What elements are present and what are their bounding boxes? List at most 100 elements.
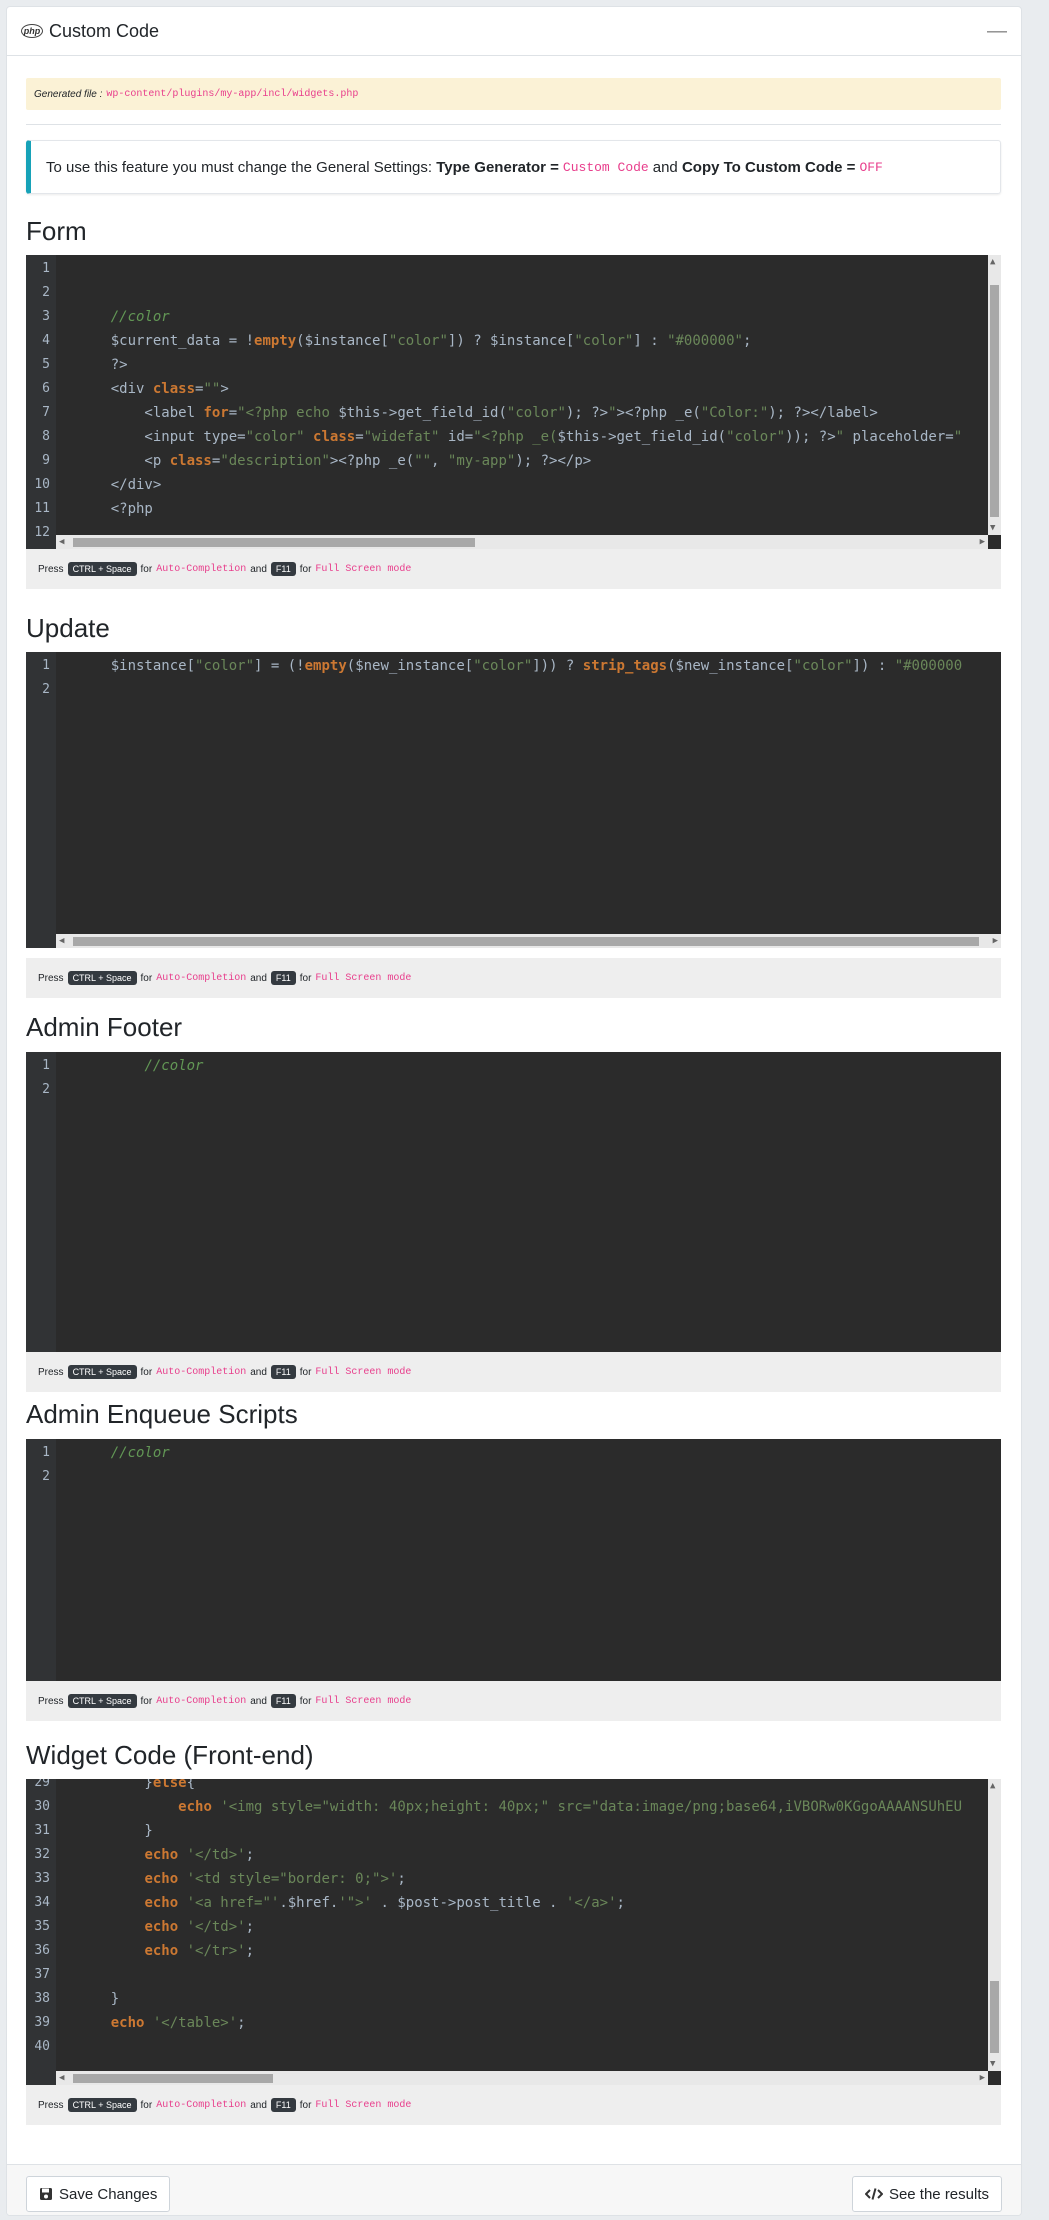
form-code-editor[interactable]: 123 //color 4 $current_data = !empty($ins… bbox=[26, 255, 1001, 549]
line-number: 5 bbox=[42, 357, 50, 372]
see-results-button[interactable]: See the results bbox=[851, 2176, 1002, 2212]
line-number: 3 bbox=[42, 309, 50, 324]
line-number: 2 bbox=[42, 1082, 50, 1097]
horizontal-scrollbar[interactable]: ◀ ▶ bbox=[56, 2071, 988, 2085]
hint-full-screen: Full Screen mode bbox=[315, 563, 412, 575]
section-title-form: Form bbox=[26, 216, 87, 246]
hint-for: for bbox=[140, 972, 153, 984]
hint-for: for bbox=[140, 563, 153, 575]
code-text: echo '</td>'; bbox=[144, 1847, 255, 1863]
scroll-right-icon[interactable]: ▶ bbox=[980, 537, 985, 547]
editor-hint: Press CTRL + Space for Auto-Completion a… bbox=[26, 549, 1001, 589]
scroll-left-icon[interactable]: ◀ bbox=[59, 936, 64, 946]
scroll-right-icon[interactable]: ▶ bbox=[980, 2073, 985, 2083]
code-text: <?php bbox=[77, 501, 153, 517]
code-text: </div> bbox=[77, 477, 162, 493]
scroll-thumb[interactable] bbox=[990, 285, 999, 517]
card-header: php Custom Code — bbox=[7, 7, 1021, 56]
code-text: <div class=""> bbox=[77, 381, 229, 397]
scroll-thumb[interactable] bbox=[73, 538, 475, 547]
hint-and: and bbox=[250, 972, 267, 984]
vertical-scrollbar[interactable]: ▲ ▼ bbox=[988, 255, 1001, 535]
scroll-down-icon[interactable]: ▼ bbox=[990, 2059, 995, 2069]
hint-full-screen: Full Screen mode bbox=[315, 972, 412, 984]
code-icon bbox=[864, 2188, 883, 2200]
hint-and: and bbox=[250, 563, 267, 575]
see-results-label: See the results bbox=[888, 2185, 989, 2203]
callout-value-custom-code: Custom Code bbox=[562, 159, 649, 175]
line-number: 2 bbox=[42, 682, 50, 697]
kbd-ctrl-space: CTRL + Space bbox=[67, 1365, 137, 1379]
generated-file-path: wp-content/plugins/my-app/incl/widgets.p… bbox=[106, 88, 359, 100]
hint-full-screen: Full Screen mode bbox=[315, 2099, 412, 2111]
floppy-disk-icon bbox=[40, 2188, 52, 2200]
line-number: 1 bbox=[42, 1445, 50, 1460]
hint-for: for bbox=[140, 1695, 153, 1707]
section-title-admin-enqueue: Admin Enqueue Scripts bbox=[26, 1399, 298, 1429]
scroll-left-icon[interactable]: ◀ bbox=[59, 537, 64, 547]
scroll-up-icon[interactable]: ▲ bbox=[990, 1781, 995, 1791]
callout-text: To use this feature you must change the … bbox=[46, 158, 433, 176]
minimize-icon[interactable]: — bbox=[987, 21, 1007, 41]
code-text: <label for="<?php echo $this->get_field_… bbox=[77, 405, 878, 421]
line-number: 7 bbox=[42, 405, 50, 420]
hint-and: and bbox=[250, 2099, 267, 2111]
kbd-f11: F11 bbox=[270, 562, 296, 576]
code-text: echo '<a href="'.$href.'">' . $post->pos… bbox=[144, 1895, 625, 1911]
code-text: <input type="color" class="widefat" id="… bbox=[77, 429, 963, 445]
line-number: 40 bbox=[34, 2039, 50, 2054]
hint-auto-completion: Auto-Completion bbox=[156, 2099, 247, 2111]
scroll-up-icon[interactable]: ▲ bbox=[990, 257, 995, 267]
code-text: }else{ bbox=[77, 1779, 196, 1791]
kbd-f11: F11 bbox=[270, 971, 296, 985]
horizontal-scrollbar[interactable]: ◀ ▶ bbox=[56, 535, 988, 549]
vertical-scrollbar[interactable]: ▲ ▼ bbox=[988, 1779, 1001, 2071]
code-text: echo '</table>'; bbox=[110, 2015, 246, 2031]
line-number: 6 bbox=[42, 381, 50, 396]
card-footer: Save Changes See the results bbox=[7, 2164, 1021, 2215]
save-changes-button[interactable]: Save Changes bbox=[26, 2176, 171, 2212]
admin-footer-code-editor[interactable]: 1 //color 2 bbox=[26, 1052, 1001, 1352]
card-title-text: Custom Code bbox=[49, 20, 160, 41]
kbd-ctrl-space: CTRL + Space bbox=[67, 1694, 137, 1708]
hint-auto-completion: Auto-Completion bbox=[156, 1366, 247, 1378]
hint-for: for bbox=[299, 563, 312, 575]
code-text: $current_data = !empty($instance["color"… bbox=[77, 333, 752, 349]
scroll-right-icon[interactable]: ▶ bbox=[993, 936, 998, 946]
editor-hint: Press CTRL + Space for Auto-Completion a… bbox=[26, 958, 1001, 998]
hint-press: Press bbox=[38, 972, 64, 984]
line-number: 1 bbox=[42, 658, 50, 673]
hint-for: for bbox=[140, 2099, 153, 2111]
widget-code-editor[interactable]: 29 }else{30 echo '<img style="width: 40p… bbox=[26, 1779, 1001, 2085]
line-number: 10 bbox=[34, 477, 50, 492]
line-number: 8 bbox=[42, 429, 50, 444]
line-number: 30 bbox=[34, 1799, 50, 1814]
code-text: //color bbox=[110, 1445, 170, 1461]
scroll-thumb[interactable] bbox=[990, 1981, 999, 2053]
hint-auto-completion: Auto-Completion bbox=[156, 563, 247, 575]
line-number: 9 bbox=[42, 453, 50, 468]
code-text: echo '<td style="border: 0;">'; bbox=[144, 1871, 406, 1887]
hint-press: Press bbox=[38, 1695, 64, 1707]
code-text: <p class="description"><?php _e("", "my-… bbox=[77, 453, 592, 469]
scroll-thumb[interactable] bbox=[73, 937, 979, 946]
section-title-admin-footer: Admin Footer bbox=[26, 1012, 183, 1042]
admin-enqueue-code-editor[interactable]: 1 //color 2 bbox=[26, 1439, 1001, 1681]
scroll-thumb[interactable] bbox=[73, 2074, 273, 2083]
divider bbox=[26, 124, 1001, 125]
code-text: ?> bbox=[77, 357, 128, 373]
kbd-ctrl-space: CTRL + Space bbox=[67, 971, 137, 985]
line-number: 11 bbox=[34, 501, 50, 516]
scroll-left-icon[interactable]: ◀ bbox=[59, 2073, 64, 2083]
scroll-down-icon[interactable]: ▼ bbox=[990, 523, 995, 533]
line-number: 12 bbox=[34, 525, 50, 540]
settings-callout: To use this feature you must change the … bbox=[26, 140, 1001, 194]
code-text: $instance["color"] = (!empty($new_instan… bbox=[77, 658, 963, 674]
code-text: //color bbox=[144, 1058, 204, 1074]
hint-for: for bbox=[140, 1366, 153, 1378]
code-text: echo '</td>'; bbox=[144, 1919, 255, 1935]
update-code-editor[interactable]: 1 $instance["color"] = (!empty($new_inst… bbox=[26, 652, 1001, 948]
horizontal-scrollbar[interactable]: ◀ ▶ bbox=[56, 934, 1001, 948]
hint-and: and bbox=[250, 1695, 267, 1707]
line-number: 2 bbox=[42, 1469, 50, 1484]
